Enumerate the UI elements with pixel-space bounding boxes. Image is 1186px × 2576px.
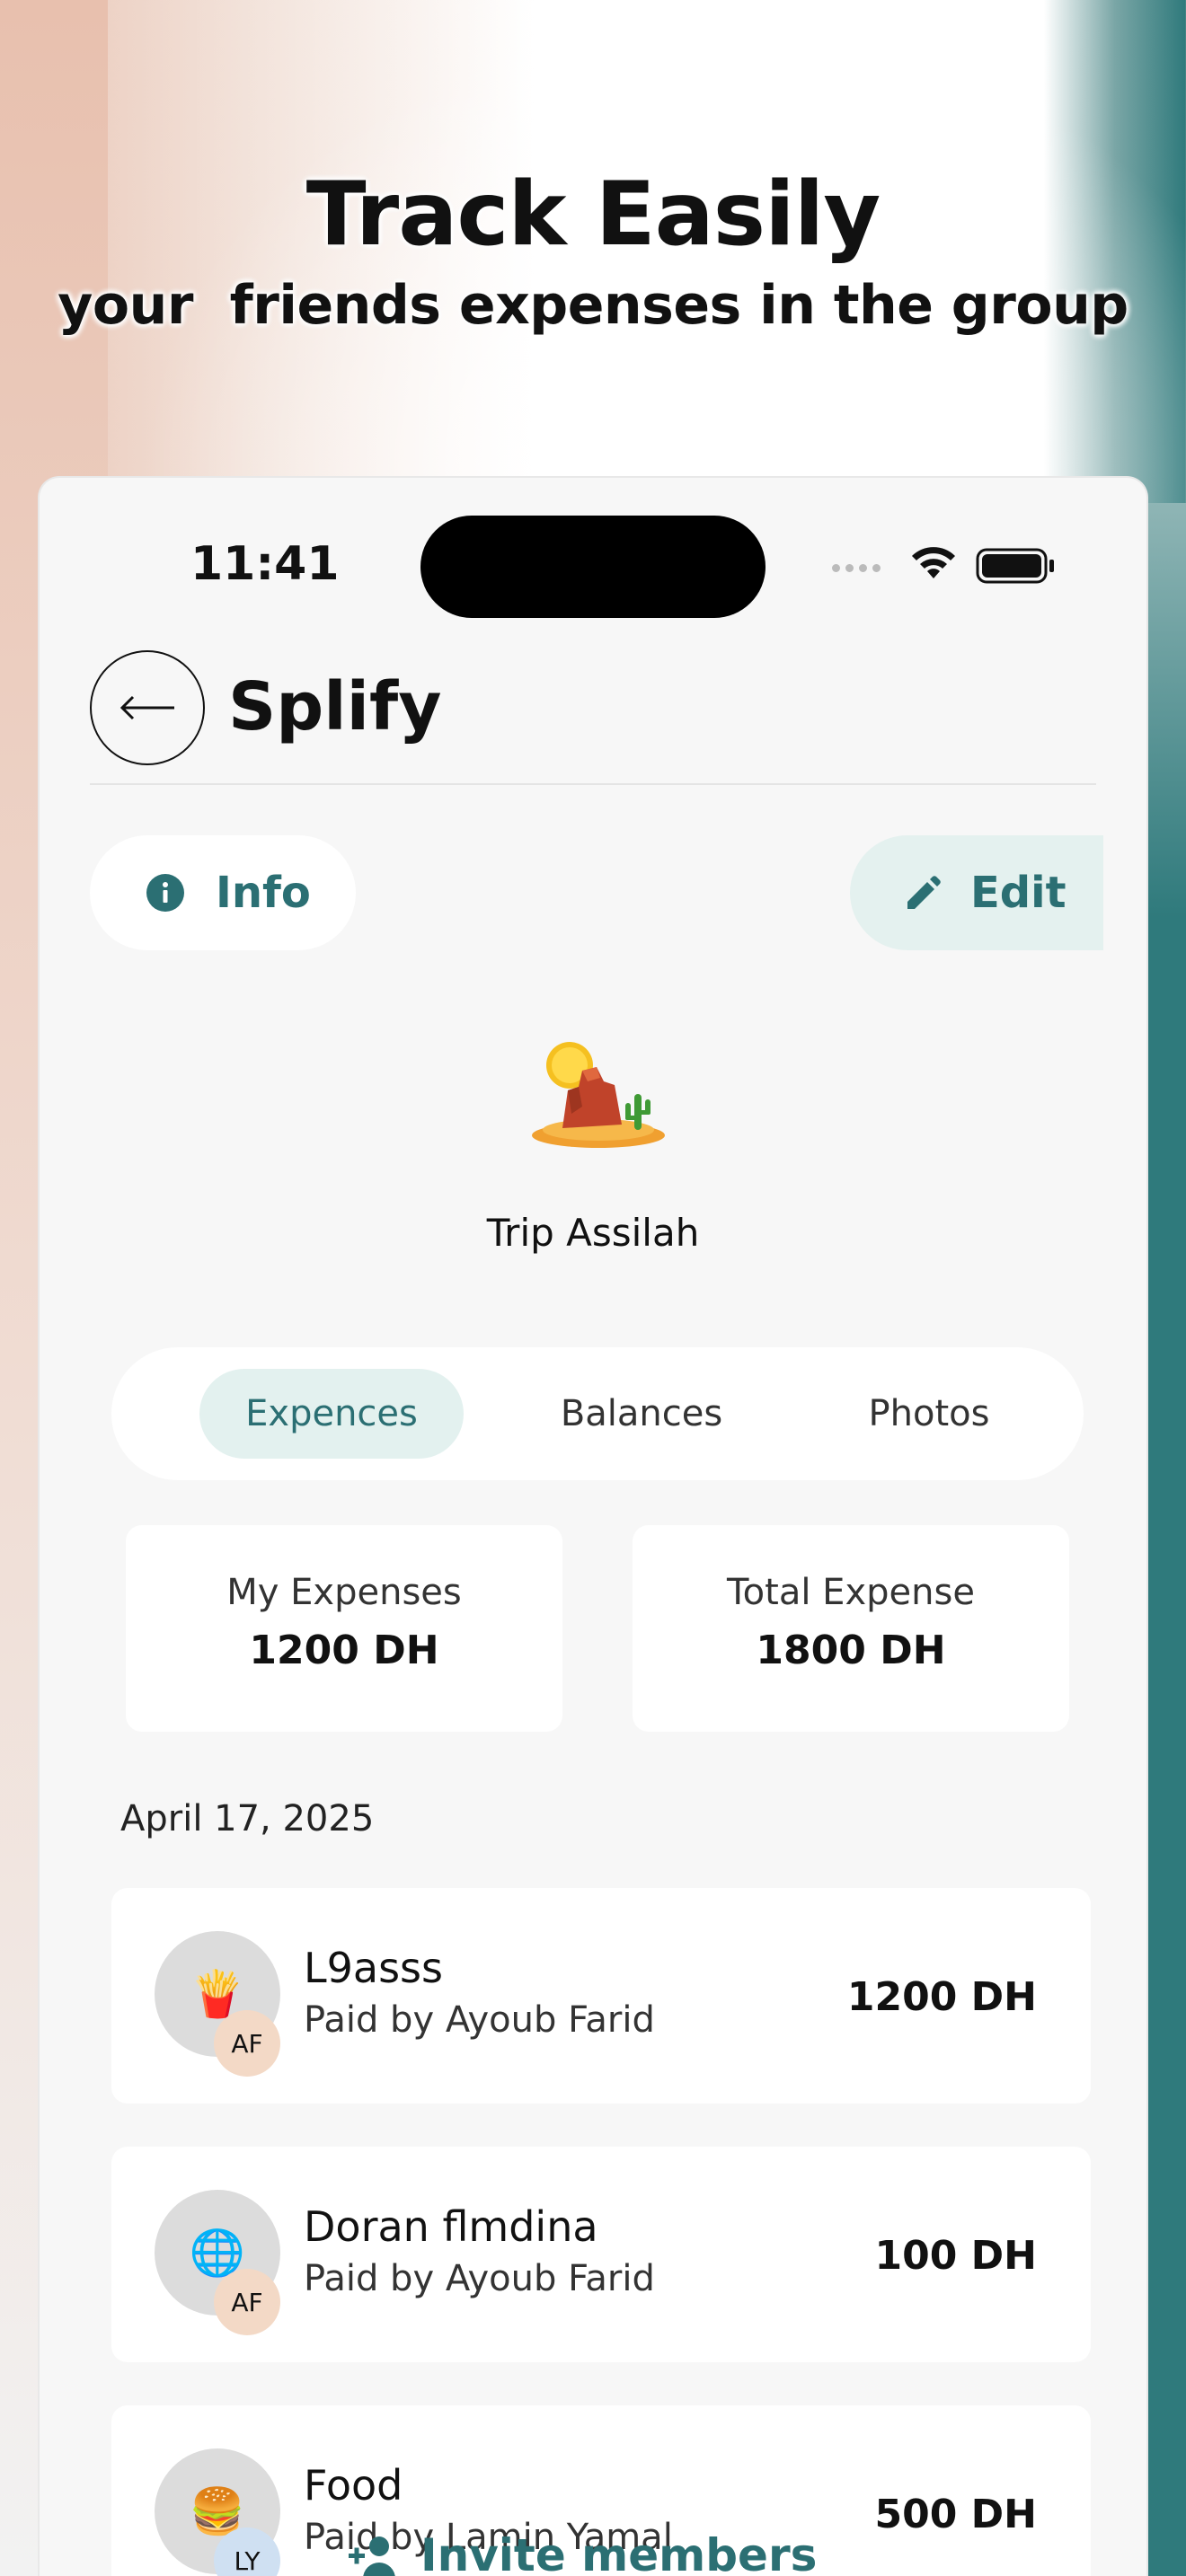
background-right-band xyxy=(1141,503,1186,2576)
payer-avatar: AF xyxy=(214,2010,280,2077)
expense-paid-by: Paid by Ayoub Farid xyxy=(304,1999,655,2041)
expense-amount: 500 DH xyxy=(874,2492,1037,2537)
pencil-icon xyxy=(907,876,941,909)
expense-paid-by: Paid by Ayoub Farid xyxy=(304,2258,655,2299)
wifi-icon xyxy=(912,547,955,578)
expense-title: Food xyxy=(304,2461,403,2510)
tab-bar: Expences Balances Photos xyxy=(111,1347,1084,1480)
promo-headline: Track Easily your friends expenses in th… xyxy=(0,162,1186,343)
desert-icon xyxy=(532,1042,665,1148)
invite-members-button[interactable]: Invite members xyxy=(347,2529,817,2576)
tab-balances[interactable]: Balances xyxy=(507,1369,776,1459)
expense-amount: 100 DH xyxy=(874,2233,1037,2279)
tab-expences[interactable]: Expences xyxy=(199,1369,464,1459)
promo-title: Track Easily xyxy=(305,163,881,266)
edit-label: Edit xyxy=(970,868,1067,918)
add-person-icon xyxy=(349,2536,395,2576)
invite-label: Invite members xyxy=(420,2529,818,2576)
my-expenses-value: 1200 DH xyxy=(249,1628,439,1673)
my-expenses-card: My Expenses 1200 DH xyxy=(126,1525,562,1732)
expense-title: L9asss xyxy=(304,1944,443,1992)
nav-divider xyxy=(90,783,1096,785)
dynamic-island xyxy=(420,516,766,618)
nav-bar: Splify xyxy=(90,647,1096,790)
expense-title: Doran flmdina xyxy=(304,2202,598,2251)
tab-label: Expences xyxy=(245,1393,418,1434)
my-expenses-label: My Expenses xyxy=(226,1572,462,1613)
group-name: Trip Assilah xyxy=(486,1211,700,1255)
total-expense-label: Total Expense xyxy=(727,1572,975,1613)
arrow-left-icon xyxy=(119,695,174,720)
expense-amount: 1200 DH xyxy=(846,1974,1037,2020)
info-button[interactable]: Info xyxy=(90,835,356,950)
tab-photos[interactable]: Photos xyxy=(812,1369,1046,1459)
signal-dots-icon xyxy=(832,564,881,572)
tab-label: Balances xyxy=(560,1393,723,1434)
expense-item[interactable]: 🍟 AF L9asss Paid by Ayoub Farid 1200 DH xyxy=(111,1888,1091,2104)
total-expense-value: 1800 DH xyxy=(756,1628,946,1673)
date-header: April 17, 2025 xyxy=(120,1798,375,1839)
status-icons xyxy=(832,541,1084,586)
back-button[interactable] xyxy=(90,650,205,765)
edit-button[interactable]: Edit xyxy=(850,835,1103,950)
phone-screen: 11:41 Splify Info Edit Trip Assilah Expe… xyxy=(40,478,1146,2576)
payer-avatar: AF xyxy=(214,2269,280,2335)
info-label: Info xyxy=(216,868,311,918)
expense-item[interactable]: 🌐 AF Doran flmdina Paid by Ayoub Farid 1… xyxy=(111,2147,1091,2362)
info-icon xyxy=(146,874,184,912)
total-expense-card: Total Expense 1800 DH xyxy=(633,1525,1069,1732)
app-title: Splify xyxy=(228,668,442,745)
promo-subtitle: your friends expenses in the group xyxy=(58,274,1128,337)
tab-label: Photos xyxy=(868,1393,990,1434)
battery-icon xyxy=(976,548,1054,584)
status-time: 11:41 xyxy=(190,537,340,591)
